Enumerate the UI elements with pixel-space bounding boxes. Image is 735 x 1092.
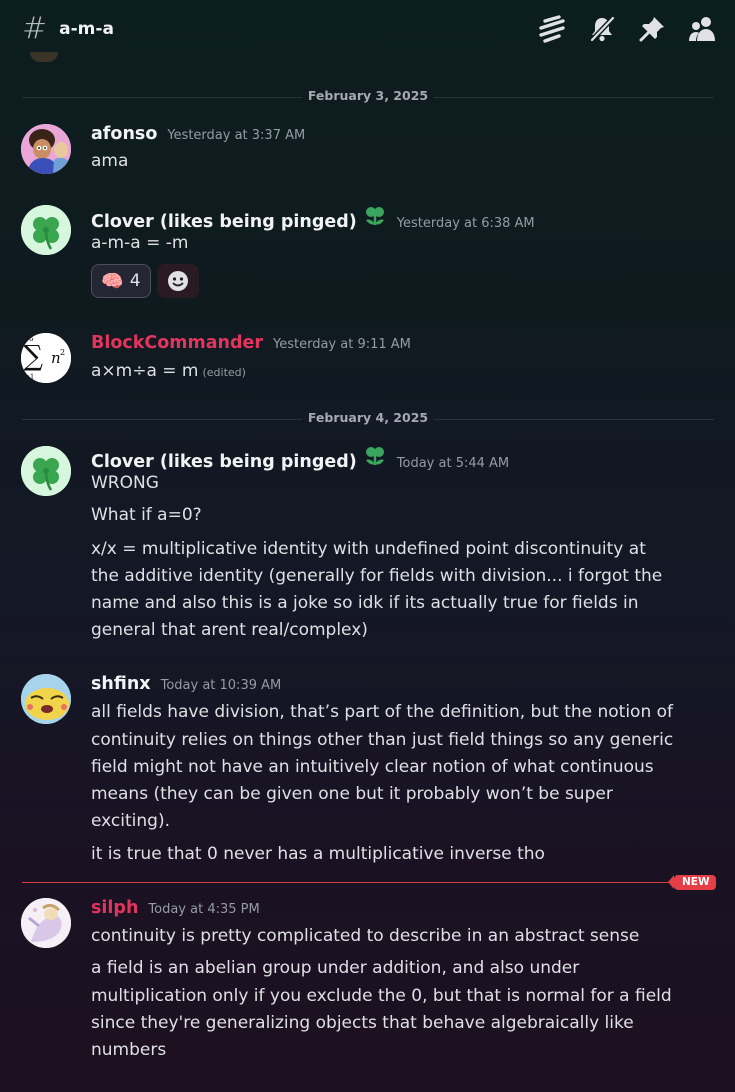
flower-badge-icon <box>363 445 387 471</box>
author-name[interactable]: Clover (likes being pinged) <box>91 452 357 472</box>
message-text: exciting). <box>91 811 170 831</box>
header-toolbar <box>537 14 717 44</box>
message-text: ama <box>91 151 129 171</box>
avatar-sum-symbol: ∑ <box>23 339 43 372</box>
mute-bell-icon[interactable] <box>587 14 617 44</box>
avatar[interactable] <box>21 674 71 724</box>
avatar[interactable] <box>21 898 71 948</box>
author-name[interactable]: afonso <box>91 124 157 144</box>
date-divider: February 4, 2025 <box>22 410 714 425</box>
author-name[interactable]: Clover (likes being pinged) <box>91 212 357 232</box>
avatar[interactable] <box>21 124 71 174</box>
members-icon[interactable] <box>687 14 717 44</box>
brain-icon: 🧠 <box>101 270 124 292</box>
timestamp[interactable]: Today at 5:44 AM <box>397 456 509 471</box>
message-header: Clover (likes being pinged) Today at 5:4… <box>91 445 509 472</box>
author-name[interactable]: silph <box>91 898 138 918</box>
message-text: name and also this is a joke so idk if i… <box>91 593 639 613</box>
avatar[interactable] <box>21 205 71 255</box>
message-text: x/x = multiplicative identity with undef… <box>91 539 646 559</box>
message-text: a field is an abelian group under additi… <box>91 958 580 978</box>
message-text: continuity is pretty complicated to desc… <box>91 926 640 946</box>
date-divider-label: February 4, 2025 <box>301 410 435 425</box>
reaction-count: 4 <box>129 271 141 291</box>
new-messages-badge: NEW <box>668 875 716 890</box>
message-text: all fields have division, that’s part of… <box>91 702 674 722</box>
message-header: Clover (likes being pinged) Yesterday at… <box>91 205 535 232</box>
timestamp[interactable]: Today at 10:39 AM <box>161 678 282 693</box>
message-text: numbers <box>91 1040 167 1060</box>
avatar[interactable] <box>21 446 71 496</box>
threads-icon[interactable] <box>537 14 567 44</box>
channel-name[interactable]: a-m-a <box>59 19 114 39</box>
timestamp[interactable]: Yesterday at 6:38 AM <box>397 216 535 231</box>
hashtag-icon: # <box>22 11 48 46</box>
channel-header: # a-m-a <box>0 0 735 58</box>
date-divider-label: February 3, 2025 <box>301 88 435 103</box>
author-name[interactable]: shfinx <box>91 674 151 694</box>
message-text: WRONG <box>91 473 159 493</box>
avatar-sum-lower: =1 <box>24 373 34 381</box>
message-text: field might not have an intuitively clea… <box>91 757 654 777</box>
timestamp[interactable]: Yesterday at 3:37 AM <box>167 128 305 143</box>
message-header: shfinx Today at 10:39 AM <box>91 674 281 694</box>
add-reaction-button[interactable] <box>157 264 199 298</box>
message-text: means (they can be given one but it prob… <box>91 784 613 804</box>
message-header: BlockCommander Yesterday at 9:11 AM <box>91 333 411 353</box>
message-text: continuity relies on things other than j… <box>91 730 674 750</box>
avatar-exponent: 2 <box>60 348 65 357</box>
message-text: a-m-a = -m <box>91 233 189 253</box>
message-text: general that arent real/complex) <box>91 620 368 640</box>
message-text: it is true that 0 never has a multiplica… <box>91 844 545 864</box>
avatar[interactable]: 6 ∑ =1 n 2 <box>21 333 71 383</box>
previous-avatar-fragment <box>30 52 58 62</box>
flower-badge-icon <box>363 205 387 231</box>
message-text: multiplication only if you exclude the 0… <box>91 986 672 1006</box>
message-text: since they're generalizing objects that … <box>91 1013 634 1033</box>
timestamp[interactable]: Yesterday at 9:11 AM <box>273 337 411 352</box>
reaction-brain[interactable]: 🧠 4 <box>91 264 151 298</box>
new-messages-line <box>22 882 674 883</box>
author-name[interactable]: BlockCommander <box>91 333 263 353</box>
timestamp[interactable]: Today at 4:35 PM <box>148 902 259 917</box>
message-text: What if a=0? <box>91 505 202 525</box>
smiley-icon <box>168 271 188 291</box>
date-divider: February 3, 2025 <box>22 88 714 103</box>
message-text: the additive identity (generally for fie… <box>91 566 663 586</box>
message-text: a×m÷a = m (edited) <box>91 358 681 387</box>
message-body: a×m÷a = m <box>91 361 199 381</box>
edited-tag: (edited) <box>202 366 246 379</box>
message-header: afonso Yesterday at 3:37 AM <box>91 124 305 144</box>
message-header: silph Today at 4:35 PM <box>91 898 260 918</box>
pin-icon[interactable] <box>637 14 667 44</box>
